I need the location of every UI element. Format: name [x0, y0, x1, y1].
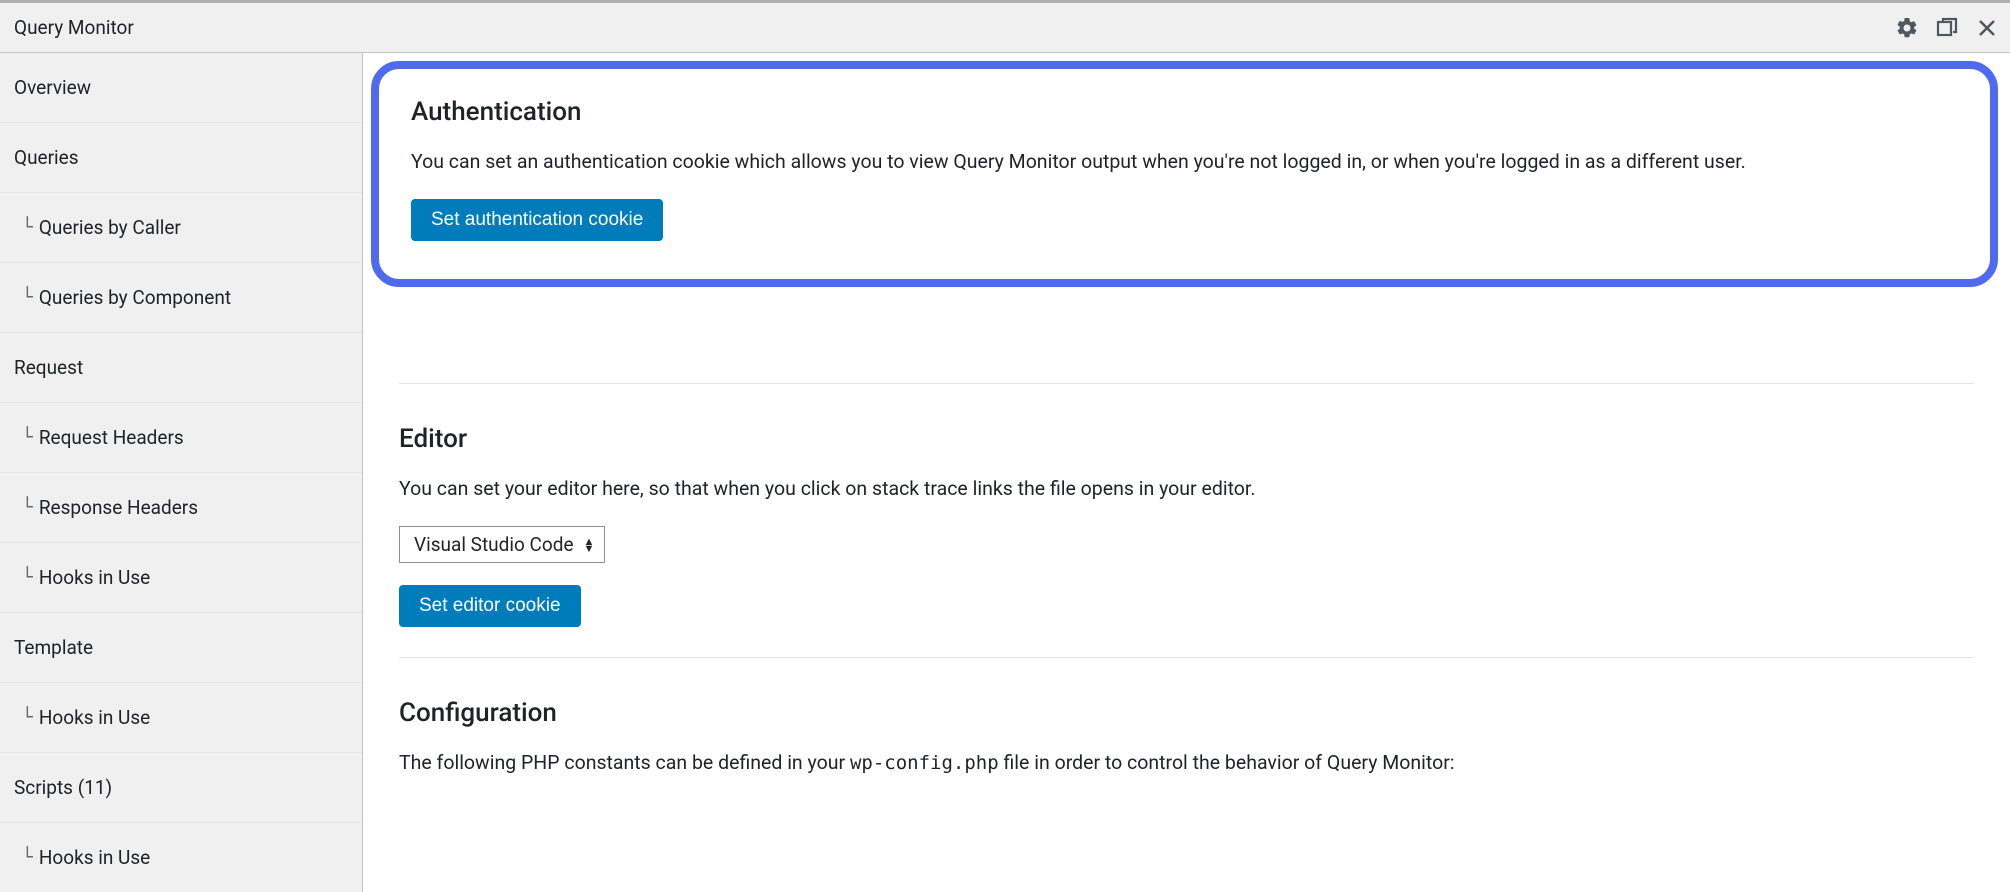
sidebar-item-queries[interactable]: Queries: [0, 123, 362, 193]
sidebar-item-template[interactable]: Template: [0, 613, 362, 683]
sidebar-item-template-hooks[interactable]: └ Hooks in Use: [0, 683, 362, 753]
sidebar-item-request-headers[interactable]: └ Request Headers: [0, 403, 362, 473]
configuration-heading: Configuration: [399, 698, 1974, 728]
sidebar-item-label: Scripts (11): [14, 776, 112, 799]
editor-heading: Editor: [399, 424, 1974, 454]
sidebar-item-queries-by-caller[interactable]: └ Queries by Caller: [0, 193, 362, 263]
sidebar-item-label: Request Headers: [39, 426, 184, 449]
editor-select-value: Visual Studio Code: [414, 533, 574, 556]
sidebar-item-label: Queries: [14, 146, 79, 169]
configuration-description: The following PHP constants can be defin…: [399, 748, 1974, 778]
header-controls: [1894, 15, 2000, 41]
panel-title: Query Monitor: [14, 16, 134, 39]
tree-branch-icon: └: [22, 287, 33, 308]
config-file-code: wp-config.php: [850, 752, 999, 774]
set-auth-cookie-button[interactable]: Set authentication cookie: [411, 199, 663, 241]
editor-section: Editor You can set your editor here, so …: [363, 353, 2010, 627]
content-area: Authentication You can set an authentica…: [363, 53, 2010, 892]
sidebar-item-overview[interactable]: Overview: [0, 53, 362, 123]
sidebar-item-scripts-hooks[interactable]: └ Hooks in Use: [0, 823, 362, 892]
tree-branch-icon: └: [22, 847, 33, 868]
popout-icon[interactable]: [1934, 15, 1960, 41]
sidebar-item-response-headers[interactable]: └ Response Headers: [0, 473, 362, 543]
sidebar-item-request[interactable]: Request: [0, 333, 362, 403]
sidebar-item-label: Hooks in Use: [39, 706, 150, 729]
authentication-heading: Authentication: [411, 97, 1958, 127]
configuration-section: Configuration The following PHP constant…: [363, 627, 2010, 778]
sidebar-item-label: Queries by Caller: [39, 216, 181, 239]
tree-branch-icon: └: [22, 567, 33, 588]
sidebar-item-label: Queries by Component: [39, 286, 231, 309]
tree-branch-icon: └: [22, 497, 33, 518]
sidebar: Overview Queries └ Queries by Caller └ Q…: [0, 53, 363, 892]
sidebar-item-label: Overview: [14, 76, 91, 99]
gear-icon[interactable]: [1894, 15, 1920, 41]
authentication-description: You can set an authentication cookie whi…: [411, 147, 1958, 177]
sidebar-item-label: Hooks in Use: [39, 846, 150, 869]
tree-branch-icon: └: [22, 707, 33, 728]
panel-header: Query Monitor: [0, 3, 2010, 53]
sidebar-item-request-hooks[interactable]: └ Hooks in Use: [0, 543, 362, 613]
chevron-updown-icon: ▲▼: [584, 538, 595, 552]
sidebar-item-label: Template: [14, 636, 93, 659]
sidebar-item-label: Response Headers: [39, 496, 198, 519]
editor-description: You can set your editor here, so that wh…: [399, 474, 1974, 504]
set-editor-cookie-button[interactable]: Set editor cookie: [399, 585, 581, 627]
sidebar-item-label: Hooks in Use: [39, 566, 150, 589]
tree-branch-icon: └: [22, 217, 33, 238]
sidebar-item-queries-by-component[interactable]: └ Queries by Component: [0, 263, 362, 333]
editor-select[interactable]: Visual Studio Code ▲▼: [399, 526, 605, 563]
sidebar-item-label: Request: [14, 356, 83, 379]
authentication-section: Authentication You can set an authentica…: [371, 61, 1998, 287]
tree-branch-icon: └: [22, 427, 33, 448]
close-icon[interactable]: [1974, 15, 2000, 41]
sidebar-item-scripts[interactable]: Scripts (11): [0, 753, 362, 823]
